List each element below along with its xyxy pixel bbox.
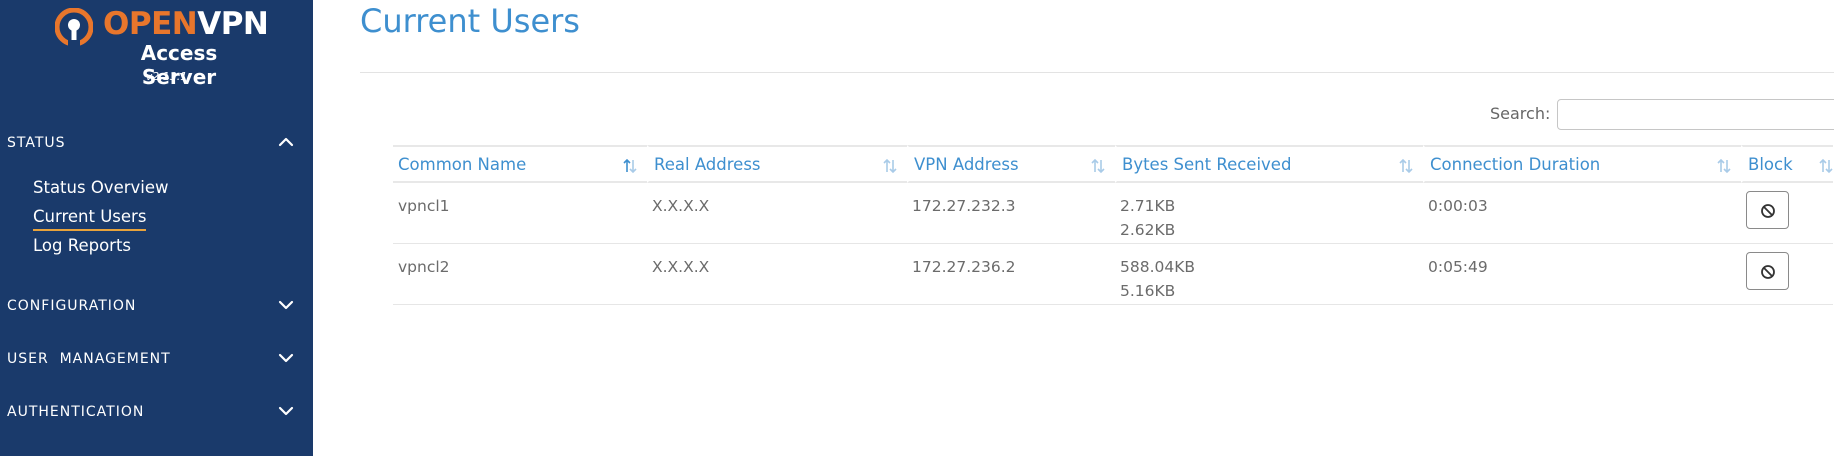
sort-ascending-icon — [623, 158, 637, 174]
chevron-down-icon — [278, 353, 294, 363]
cell-duration: 0:05:49 — [1423, 244, 1741, 305]
sidebar-item-current-users[interactable]: Current Users — [33, 207, 147, 231]
chevron-down-icon — [278, 300, 294, 310]
title-divider — [360, 72, 1834, 73]
column-header-label: Real Address — [654, 154, 761, 174]
nav-section-label: USER MANAGEMENT — [7, 351, 171, 367]
column-header-common-name[interactable]: Common Name — [393, 145, 647, 183]
column-header-label: Block — [1748, 154, 1793, 174]
nav-section-label: STATUS — [7, 135, 66, 151]
table-header-row: Common Name Real Address VPN Address Byt… — [393, 145, 1833, 183]
table-row: vpncl1 X.X.X.X 172.27.232.3 2.71KB 2.62K… — [393, 183, 1833, 244]
nav-section-label: AUTHENTICATION — [7, 404, 145, 420]
bytes-received: 5.16KB — [1120, 282, 1176, 300]
cell-real-address: X.X.X.X — [647, 183, 907, 244]
logo: OPENVPN Access Server v2.13.1 — [0, 0, 313, 95]
chevron-up-icon — [278, 137, 294, 147]
cell-vpn-address: 172.27.232.3 — [907, 183, 1115, 244]
sort-icon — [1399, 158, 1413, 174]
cell-vpn-address: 172.27.236.2 — [907, 244, 1115, 305]
cell-duration: 0:00:03 — [1423, 183, 1741, 244]
column-header-real-address[interactable]: Real Address — [647, 145, 907, 183]
column-header-label: VPN Address — [914, 154, 1019, 174]
column-header-label: Connection Duration — [1430, 154, 1601, 174]
sort-icon — [883, 158, 897, 174]
search-label: Search: — [1490, 104, 1551, 123]
nav-section-configuration[interactable]: CONFIGURATION — [0, 291, 313, 321]
cell-bytes: 2.71KB 2.62KB — [1115, 183, 1423, 244]
search-input[interactable] — [1557, 99, 1834, 130]
block-user-button[interactable] — [1746, 191, 1789, 229]
sidebar-item-status-overview[interactable]: Status Overview — [33, 178, 169, 198]
bytes-sent: 588.04KB — [1120, 258, 1196, 276]
sidebar: OPENVPN Access Server v2.13.1 STATUS Sta… — [0, 0, 313, 456]
chevron-down-icon — [278, 406, 294, 416]
block-icon — [1761, 204, 1775, 218]
bytes-received: 2.62KB — [1120, 221, 1176, 239]
column-header-block[interactable]: Block — [1741, 145, 1833, 183]
table-row: vpncl2 X.X.X.X 172.27.236.2 588.04KB 5.1… — [393, 244, 1833, 305]
cell-real-address: X.X.X.X — [647, 244, 907, 305]
nav-section-authentication[interactable]: AUTHENTICATION — [0, 397, 313, 427]
cell-block — [1741, 244, 1833, 305]
current-users-table: Common Name Real Address VPN Address Byt… — [393, 145, 1833, 305]
block-user-button[interactable] — [1746, 252, 1789, 290]
column-header-label: Bytes Sent Received — [1122, 154, 1292, 174]
nav-section-user-management[interactable]: USER MANAGEMENT — [0, 344, 313, 374]
column-header-duration[interactable]: Connection Duration — [1423, 145, 1741, 183]
cell-bytes: 588.04KB 5.16KB — [1115, 244, 1423, 305]
column-header-label: Common Name — [398, 154, 527, 174]
brand-version: v2.13.1 — [145, 70, 188, 83]
sort-icon — [1091, 158, 1105, 174]
cell-block — [1741, 183, 1833, 244]
bytes-sent: 2.71KB — [1120, 197, 1176, 215]
nav-section-status[interactable]: STATUS — [0, 128, 313, 158]
nav-section-label: CONFIGURATION — [7, 298, 137, 314]
block-icon — [1761, 265, 1775, 279]
page-title: Current Users — [360, 2, 580, 40]
brand-name: OPENVPN — [103, 6, 269, 42]
sort-icon — [1717, 158, 1731, 174]
openvpn-logo-icon — [55, 8, 93, 46]
column-header-vpn-address[interactable]: VPN Address — [907, 145, 1115, 183]
cell-common-name: vpncl2 — [393, 244, 647, 305]
sidebar-item-log-reports[interactable]: Log Reports — [33, 236, 131, 256]
cell-common-name: vpncl1 — [393, 183, 647, 244]
column-header-bytes[interactable]: Bytes Sent Received — [1115, 145, 1423, 183]
sort-icon — [1819, 158, 1833, 174]
